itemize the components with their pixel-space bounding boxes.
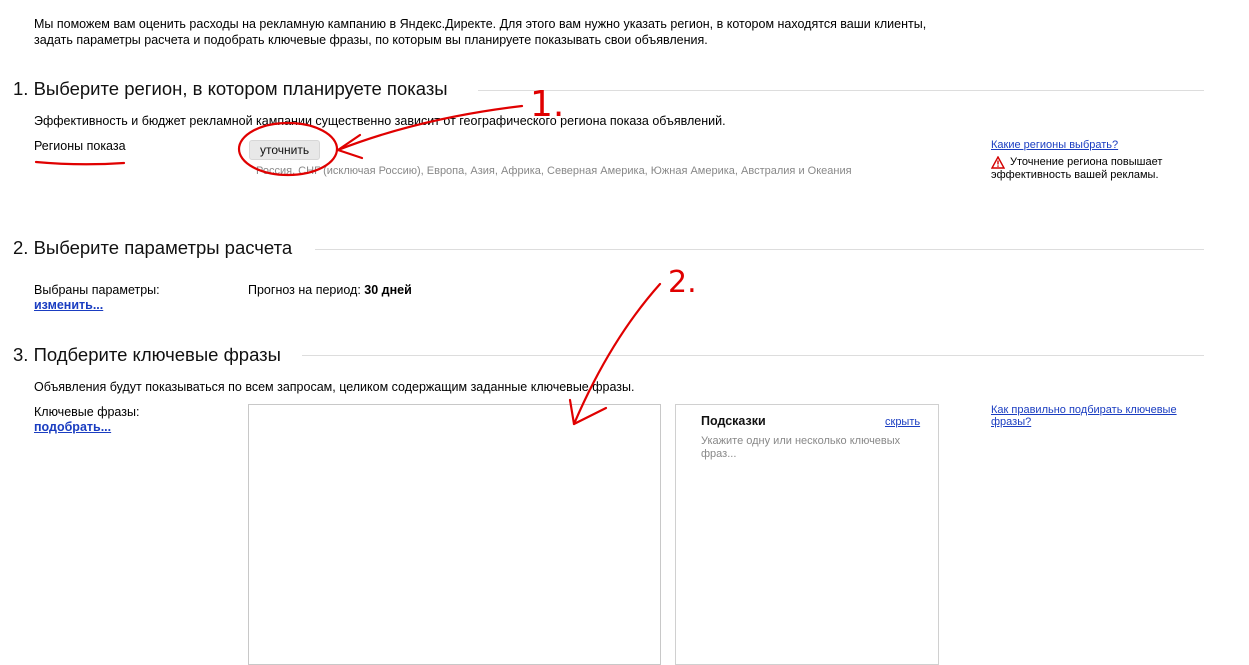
warning-line-2: эффективность вашей рекламы. [991,169,1159,181]
params-label: Выбраны параметры: [34,283,160,297]
phrases-label: Ключевые фразы: [34,405,140,419]
pick-phrases-link[interactable]: подобрать... [34,420,111,434]
keyword-phrases-textarea[interactable] [248,404,661,665]
change-params-link[interactable]: изменить... [34,298,103,312]
how-to-pick-phrases-link[interactable]: Как правильно подбирать ключевые фразы? [991,404,1191,428]
annotation-arrow-1-head [336,133,364,160]
regions-value: Россия, СНГ (исключая Россию), Европа, А… [256,165,852,177]
help-link-line-2: фразы? [991,416,1032,428]
intro-line-2: задать параметры расчета и подобрать клю… [34,33,708,47]
section-1-divider [478,90,1204,91]
annotation-arrow-2-shaft [572,282,662,426]
section-1-title: 1. Выберите регион, в котором планируете… [13,78,448,99]
region-warning: Уточнение региона повышает эффективность… [990,155,1211,182]
hints-panel: Подсказки скрыть Укажите одну или нескол… [675,404,939,665]
intro-text: Мы поможем вам оценить расходы на реклам… [34,16,994,48]
forecast-value: 30 дней [364,283,412,297]
annotation-mark-2: 2. [668,265,697,300]
help-link-line-1: Как правильно подбирать ключевые [991,404,1177,416]
hints-text: Укажите одну или несколько ключевых фраз… [701,435,926,461]
annotation-underline [34,160,126,166]
section-3-divider [302,355,1204,356]
section-3-description: Объявления будут показываться по всем за… [34,380,635,394]
forecast-period: Прогноз на период: 30 дней [248,283,412,297]
which-regions-link[interactable]: Какие регионы выбрать? [991,139,1118,151]
hints-text-line-1: Укажите одну или несколько ключевых [701,435,901,447]
annotation-arrow-1-shaft [336,104,524,152]
regions-label: Регионы показа [34,139,126,153]
warning-line-1: Уточнение региона повышает [1010,156,1163,168]
forecast-label: Прогноз на период: [248,283,361,297]
section-2-title: 2. Выберите параметры расчета [13,237,293,258]
hide-hints-link[interactable]: скрыть [885,416,920,428]
section-1-description: Эффективность и бюджет рекламной кампани… [34,114,726,128]
hints-title: Подсказки [701,414,766,428]
warning-icon [990,155,1006,173]
section-3-title: 3. Подберите ключевые фразы [13,344,281,365]
refine-region-button[interactable]: уточнить [249,140,321,160]
section-2-divider [315,249,1204,250]
intro-line-1: Мы поможем вам оценить расходы на реклам… [34,17,927,31]
hints-text-line-2: фраз... [701,448,737,460]
